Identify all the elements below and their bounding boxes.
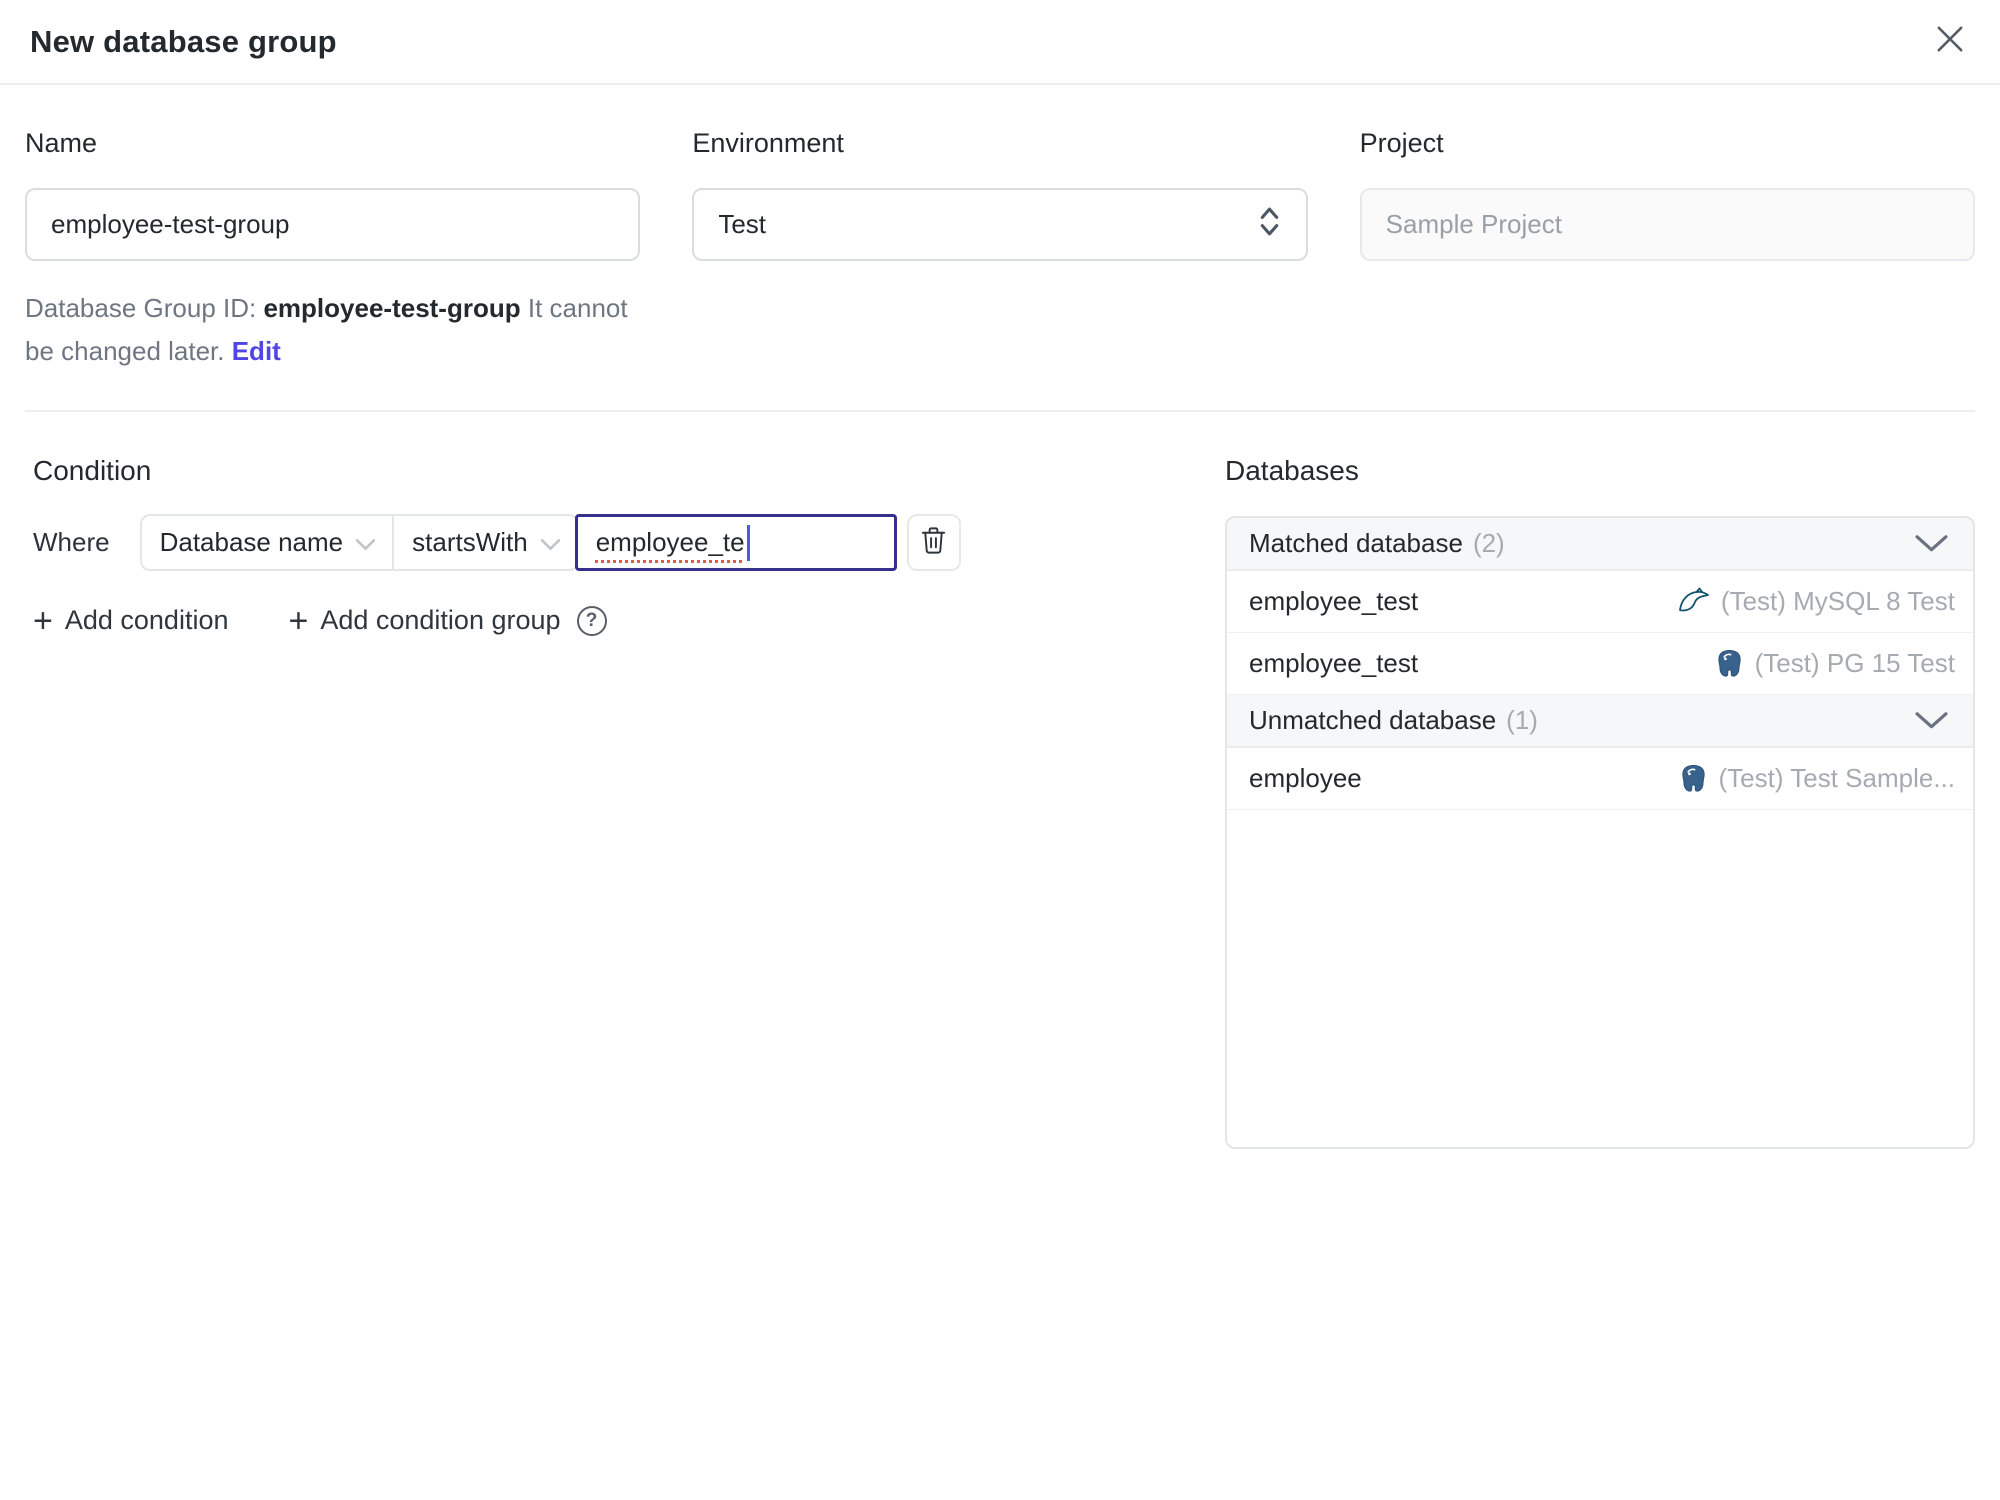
matched-database-count: (2) [1472, 528, 1505, 558]
unmatched-database-title: Unmatched database [1249, 705, 1497, 735]
plus-icon: + [33, 601, 53, 640]
condition-controls-group: Database name startsWith [139, 514, 579, 571]
group-id-value: employee-test-group [263, 293, 521, 323]
unmatched-database-count: (1) [1506, 705, 1538, 735]
delete-condition-button[interactable] [906, 514, 961, 571]
database-row: employee (Test) Test Sample... [1227, 748, 1973, 810]
plus-icon: + [288, 601, 309, 640]
environment-field-group: Environment Test [692, 126, 1308, 373]
database-name: employee [1249, 763, 1362, 793]
database-name: employee_test [1249, 586, 1419, 616]
select-arrows-icon [1257, 204, 1282, 246]
add-condition-button[interactable]: + Add condition [33, 601, 229, 640]
database-instance: (Test) MySQL 8 Test [1720, 586, 1955, 616]
database-instance-info: (Test) Test Sample... [1678, 763, 1956, 794]
databases-heading: Databases [1225, 455, 1359, 486]
project-field-group: Project [1359, 126, 1975, 373]
condition-value-text: employee_te [595, 527, 745, 557]
mysql-icon [1677, 586, 1711, 618]
database-instance-info: (Test) PG 15 Test [1714, 648, 1955, 679]
trash-icon [918, 524, 949, 562]
environment-select[interactable]: Test [692, 188, 1308, 261]
environment-label: Environment [692, 128, 844, 158]
matched-database-header[interactable]: Matched database (2) [1227, 518, 1973, 571]
postgresql-icon [1678, 763, 1709, 794]
matched-database-title: Matched database [1249, 528, 1463, 558]
databases-section: Databases Matched database (2) employee_… [1225, 440, 1975, 1149]
condition-section: Condition Where Database name startsWith [25, 440, 1225, 1149]
section-divider [25, 410, 1975, 412]
add-condition-label: Add condition [64, 605, 229, 635]
name-input[interactable] [25, 188, 641, 261]
unmatched-database-header[interactable]: Unmatched database (1) [1227, 695, 1973, 748]
group-form: Name Database Group ID: employee-test-gr… [25, 126, 1975, 373]
where-label: Where [33, 527, 110, 557]
database-instance: (Test) PG 15 Test [1754, 648, 1955, 678]
condition-operator-value: startsWith [412, 527, 528, 557]
database-name: employee_test [1249, 648, 1419, 678]
condition-value-input[interactable]: employee_te [574, 514, 897, 571]
dialog-header: New database group [0, 0, 2000, 85]
condition-heading: Condition [33, 455, 152, 486]
project-label: Project [1359, 128, 1444, 158]
name-field-group: Name Database Group ID: employee-test-gr… [25, 126, 641, 373]
condition-actions: + Add condition + Add condition group ? [33, 601, 1225, 640]
edit-group-id-link[interactable]: Edit [232, 336, 281, 366]
postgresql-icon [1714, 648, 1745, 679]
condition-operator-select[interactable]: startsWith [392, 516, 577, 569]
chevron-down-icon [1914, 710, 1949, 731]
chevron-down-icon [355, 527, 376, 558]
chevron-down-icon [1914, 533, 1949, 554]
environment-selected-value: Test [718, 209, 767, 239]
main-area: Condition Where Database name startsWith [25, 440, 1975, 1149]
group-id-prefix: Database Group ID: [25, 293, 264, 323]
condition-field-value: Database name [159, 527, 344, 557]
group-id-helper: Database Group ID: employee-test-group I… [25, 287, 640, 373]
page-title: New database group [30, 23, 337, 59]
help-icon[interactable]: ? [576, 605, 607, 636]
databases-panel: Matched database (2) employee_test (Test… [1225, 516, 1975, 1149]
database-instance-info: (Test) MySQL 8 Test [1677, 586, 1955, 618]
add-condition-group-label: Add condition group [320, 605, 561, 635]
condition-field-select[interactable]: Database name [142, 516, 393, 569]
database-instance: (Test) Test Sample... [1718, 763, 1956, 793]
condition-row: Where Database name startsWith employee_… [33, 514, 1225, 571]
database-row: employee_test (Test) PG 15 Test [1227, 633, 1973, 695]
close-icon [1934, 23, 1966, 60]
project-input[interactable] [1359, 188, 1975, 261]
database-row: employee_test (Test) MySQL 8 Test [1227, 571, 1973, 633]
chevron-down-icon [540, 527, 561, 558]
close-button[interactable] [1930, 19, 1970, 64]
name-label: Name [25, 128, 98, 158]
text-cursor [746, 524, 750, 561]
add-condition-group-button[interactable]: + Add condition group ? [288, 601, 607, 640]
